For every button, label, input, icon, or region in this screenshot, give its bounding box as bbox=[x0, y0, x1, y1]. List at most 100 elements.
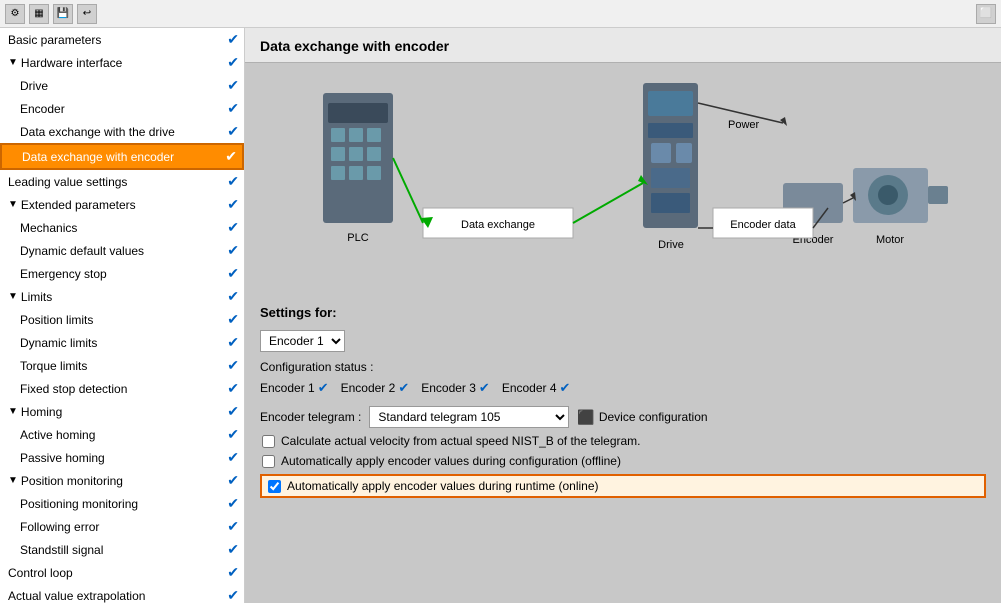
svg-text:Drive: Drive bbox=[658, 239, 684, 251]
config-status-label: Configuration status : bbox=[260, 360, 986, 374]
device-config-label: Device configuration bbox=[599, 410, 708, 424]
sidebar-item-encoder[interactable]: Encoder ✔ bbox=[0, 97, 244, 120]
sidebar-item-extended-parameters[interactable]: ▼ Extended parameters ✔ bbox=[0, 193, 244, 216]
toolbar-icon-4[interactable]: ↩ bbox=[77, 4, 97, 24]
sidebar-item-actual-value[interactable]: Actual value extrapolation ✔ bbox=[0, 584, 244, 603]
arrow-position-monitoring: ▼ bbox=[8, 475, 18, 486]
encoder-1-check: ✔ bbox=[318, 380, 329, 396]
sidebar-item-positioning-monitoring[interactable]: Positioning monitoring ✔ bbox=[0, 492, 244, 515]
checkbox-offline[interactable] bbox=[262, 455, 275, 468]
encoder-4-label: Encoder 4 bbox=[502, 381, 557, 395]
encoder-3-label: Encoder 3 bbox=[421, 381, 476, 395]
sidebar-item-basic-parameters[interactable]: Basic parameters ✔ bbox=[0, 28, 244, 51]
sidebar-item-dynamic-limits[interactable]: Dynamic limits ✔ bbox=[0, 331, 244, 354]
sidebar-item-active-homing[interactable]: Active homing ✔ bbox=[0, 423, 244, 446]
check-drive: ✔ bbox=[227, 77, 239, 94]
check-control-loop: ✔ bbox=[227, 564, 239, 581]
toolbar: ⚙ ▦ 💾 ↩ ⬜ bbox=[0, 0, 1001, 28]
check-positioning-monitoring: ✔ bbox=[227, 495, 239, 512]
sidebar-item-leading-value[interactable]: Leading value settings ✔ bbox=[0, 170, 244, 193]
sidebar-item-fixed-stop[interactable]: Fixed stop detection ✔ bbox=[0, 377, 244, 400]
sidebar-item-following-error[interactable]: Following error ✔ bbox=[0, 515, 244, 538]
toolbar-icon-3[interactable]: 💾 bbox=[53, 4, 73, 24]
checkbox-online-row: Automatically apply encoder values durin… bbox=[260, 474, 986, 498]
main-area: Basic parameters ✔ ▼ Hardware interface … bbox=[0, 28, 1001, 603]
sidebar-item-passive-homing[interactable]: Passive homing ✔ bbox=[0, 446, 244, 469]
checkbox-online-label: Automatically apply encoder values durin… bbox=[287, 479, 599, 493]
check-extended-parameters: ✔ bbox=[227, 196, 239, 213]
toolbar-icon-right[interactable]: ⬜ bbox=[976, 4, 996, 24]
encoder-2-check: ✔ bbox=[398, 380, 409, 396]
check-leading-value: ✔ bbox=[227, 173, 239, 190]
check-actual-value: ✔ bbox=[227, 587, 239, 603]
check-active-homing: ✔ bbox=[227, 426, 239, 443]
sidebar-item-drive[interactable]: Drive ✔ bbox=[0, 74, 244, 97]
check-mechanics: ✔ bbox=[227, 219, 239, 236]
arrow-hardware-interface: ▼ bbox=[8, 57, 18, 68]
checkbox-online[interactable] bbox=[268, 480, 281, 493]
check-following-error: ✔ bbox=[227, 518, 239, 535]
encoder-2-label: Encoder 2 bbox=[341, 381, 396, 395]
check-encoder: ✔ bbox=[227, 100, 239, 117]
checkbox-velocity[interactable] bbox=[262, 435, 275, 448]
sidebar-item-position-monitoring[interactable]: ▼ Position monitoring ✔ bbox=[0, 469, 244, 492]
checkbox-velocity-row: Calculate actual velocity from actual sp… bbox=[260, 434, 986, 448]
check-hardware-interface: ✔ bbox=[227, 54, 239, 71]
encoder-dropdown-wrapper: Encoder 1 Encoder 2 Encoder 3 Encoder 4 bbox=[260, 330, 345, 352]
sidebar-item-hardware-interface[interactable]: ▼ Hardware interface ✔ bbox=[0, 51, 244, 74]
arrow-limits: ▼ bbox=[8, 291, 18, 302]
svg-text:Encoder data: Encoder data bbox=[730, 219, 796, 231]
sidebar-item-data-exchange-drive[interactable]: Data exchange with the drive ✔ bbox=[0, 120, 244, 143]
check-homing: ✔ bbox=[227, 403, 239, 420]
settings-area: Settings for: Encoder 1 Encoder 2 Encode… bbox=[245, 293, 1001, 603]
device-config-button[interactable]: ⬛ Device configuration bbox=[577, 409, 707, 426]
check-dynamic-default: ✔ bbox=[227, 242, 239, 259]
check-standstill-signal: ✔ bbox=[227, 541, 239, 558]
sidebar-item-limits[interactable]: ▼ Limits ✔ bbox=[0, 285, 244, 308]
sidebar-item-control-loop[interactable]: Control loop ✔ bbox=[0, 561, 244, 584]
sidebar-item-homing[interactable]: ▼ Homing ✔ bbox=[0, 400, 244, 423]
svg-text:PLC: PLC bbox=[347, 232, 368, 244]
check-fixed-stop: ✔ bbox=[227, 380, 239, 397]
svg-text:Data exchange: Data exchange bbox=[461, 219, 535, 231]
check-position-monitoring: ✔ bbox=[227, 472, 239, 489]
encoder-select[interactable]: Encoder 1 Encoder 2 Encoder 3 Encoder 4 bbox=[260, 330, 345, 352]
encoder-dropdown-row: Encoder 1 Encoder 2 Encoder 3 Encoder 4 bbox=[260, 330, 986, 352]
check-torque-limits: ✔ bbox=[227, 357, 239, 374]
checkbox-offline-label: Automatically apply encoder values durin… bbox=[281, 454, 621, 468]
check-basic-parameters: ✔ bbox=[227, 31, 239, 48]
sidebar-item-position-limits[interactable]: Position limits ✔ bbox=[0, 308, 244, 331]
toolbar-icon-1[interactable]: ⚙ bbox=[5, 4, 25, 24]
sidebar-item-emergency-stop[interactable]: Emergency stop ✔ bbox=[0, 262, 244, 285]
content-area: Data exchange with encoder PLC bbox=[245, 28, 1001, 603]
encoder-3-check: ✔ bbox=[479, 380, 490, 396]
check-position-limits: ✔ bbox=[227, 311, 239, 328]
encoder-4-check: ✔ bbox=[560, 380, 571, 396]
check-emergency-stop: ✔ bbox=[227, 265, 239, 282]
sidebar-item-data-exchange-encoder[interactable]: Data exchange with encoder ✔ bbox=[0, 143, 244, 170]
sidebar: Basic parameters ✔ ▼ Hardware interface … bbox=[0, 28, 245, 603]
telegram-row: Encoder telegram : Standard telegram 105… bbox=[260, 406, 986, 428]
device-config-icon: ⬛ bbox=[577, 409, 594, 426]
encoder-4-status: Encoder 4 ✔ bbox=[502, 380, 571, 396]
check-limits: ✔ bbox=[227, 288, 239, 305]
checkbox-offline-row: Automatically apply encoder values durin… bbox=[260, 454, 986, 468]
check-passive-homing: ✔ bbox=[227, 449, 239, 466]
telegram-label: Encoder telegram : bbox=[260, 410, 361, 424]
sidebar-item-mechanics[interactable]: Mechanics ✔ bbox=[0, 216, 244, 239]
sidebar-item-standstill-signal[interactable]: Standstill signal ✔ bbox=[0, 538, 244, 561]
check-data-exchange-drive: ✔ bbox=[227, 123, 239, 140]
diagram-svg: PLC Drive Power Encoder Motor bbox=[273, 73, 973, 283]
sidebar-item-dynamic-default[interactable]: Dynamic default values ✔ bbox=[0, 239, 244, 262]
arrow-extended-parameters: ▼ bbox=[8, 199, 18, 210]
encoder-2-status: Encoder 2 ✔ bbox=[341, 380, 410, 396]
sidebar-item-torque-limits[interactable]: Torque limits ✔ bbox=[0, 354, 244, 377]
diagram-area: PLC Drive Power Encoder Motor bbox=[245, 63, 1001, 293]
encoder-1-label: Encoder 1 bbox=[260, 381, 315, 395]
check-dynamic-limits: ✔ bbox=[227, 334, 239, 351]
toolbar-icon-2[interactable]: ▦ bbox=[29, 4, 49, 24]
telegram-select[interactable]: Standard telegram 105 Standard telegram … bbox=[369, 406, 569, 428]
check-data-exchange-encoder: ✔ bbox=[225, 148, 237, 165]
settings-for-title: Settings for: bbox=[260, 305, 986, 320]
svg-text:Motor: Motor bbox=[876, 234, 904, 246]
